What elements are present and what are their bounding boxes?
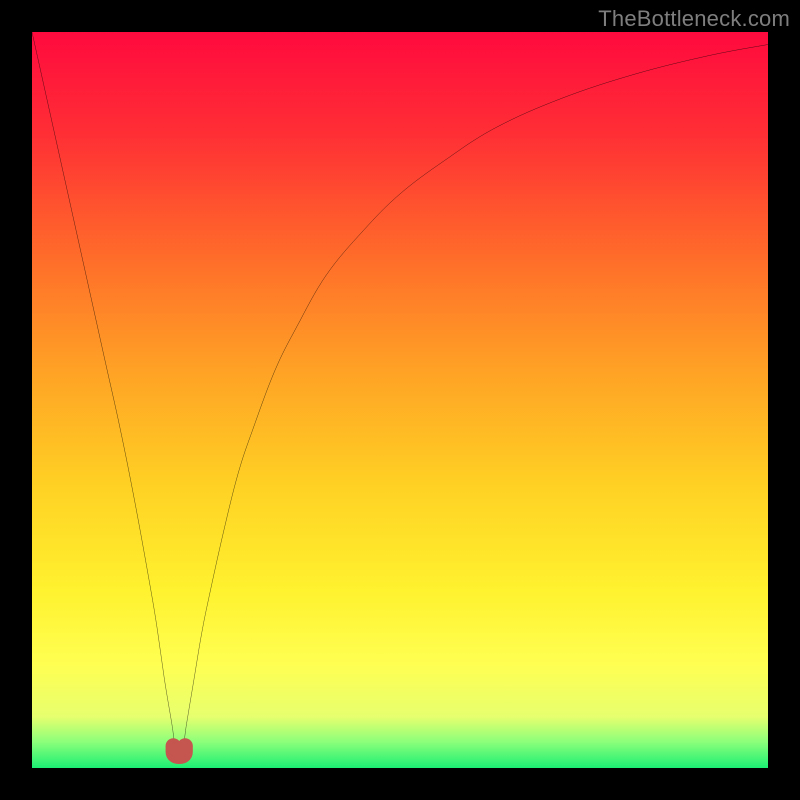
bottleneck-curve (32, 32, 768, 768)
outer-frame: TheBottleneck.com (0, 0, 800, 800)
plot-area (32, 32, 768, 768)
watermark-text: TheBottleneck.com (598, 6, 790, 32)
